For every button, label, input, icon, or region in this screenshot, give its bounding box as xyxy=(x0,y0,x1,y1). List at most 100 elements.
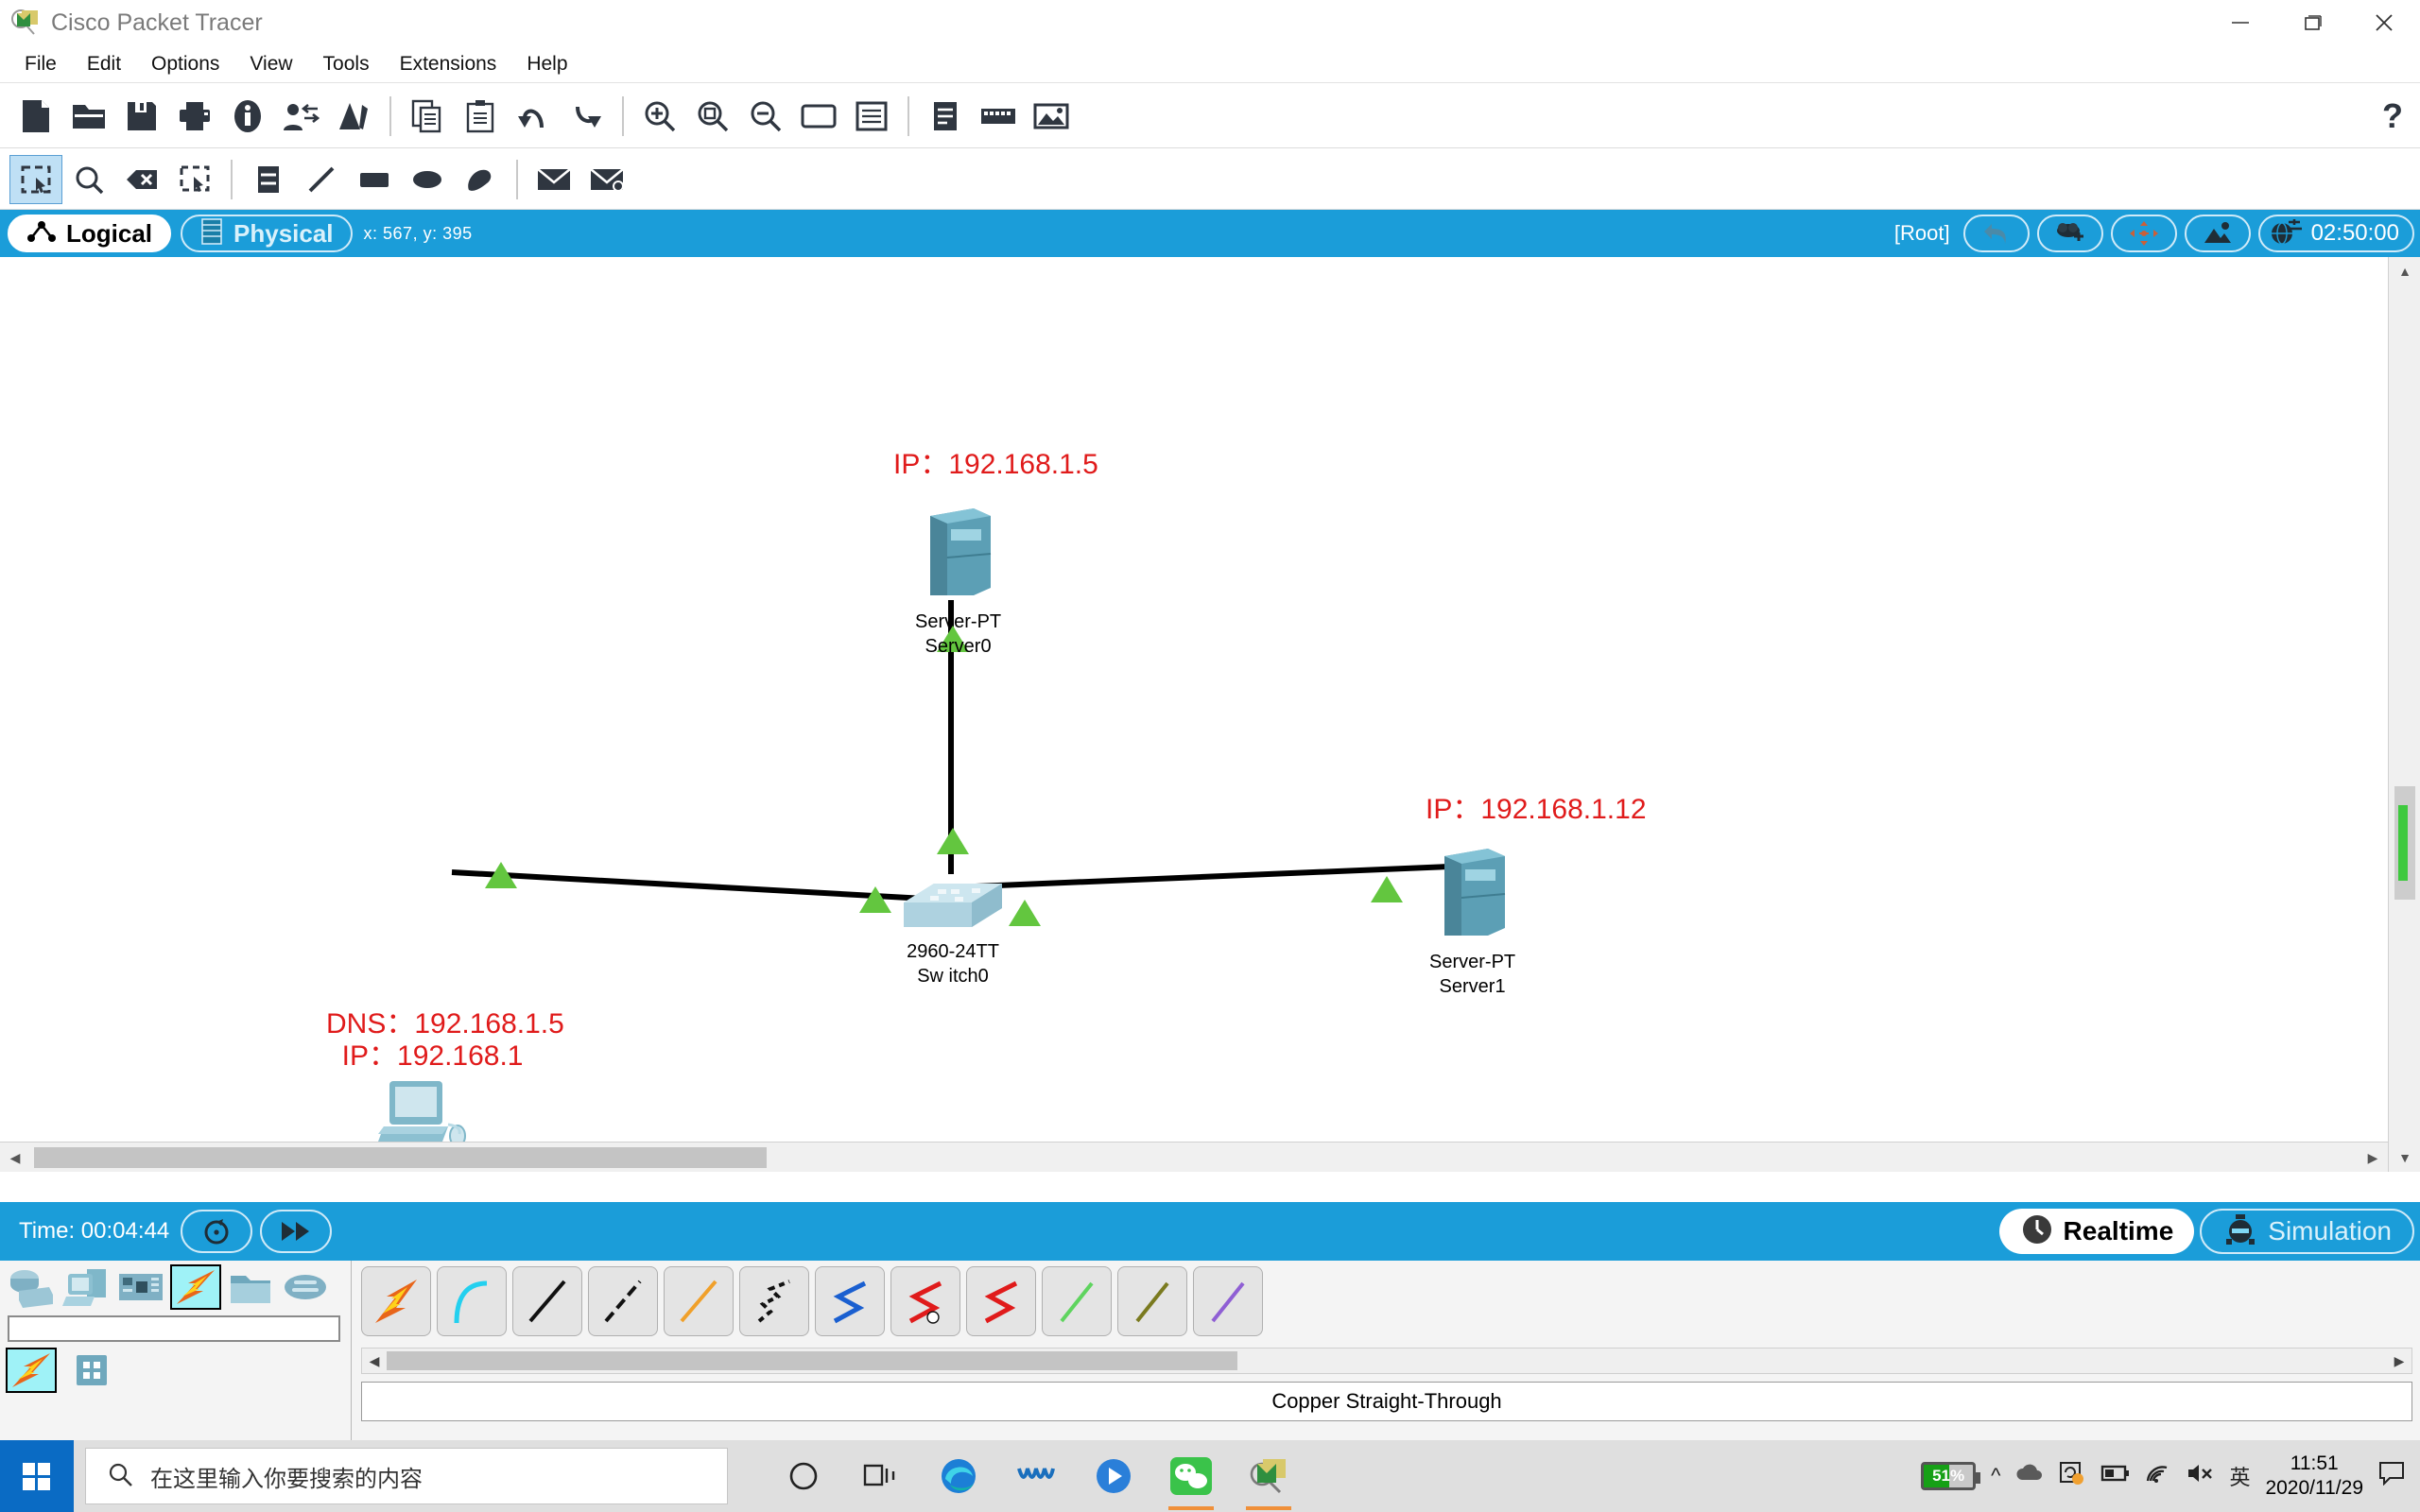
connections-group-icon[interactable] xyxy=(6,1348,57,1393)
sync-icon[interactable] xyxy=(2059,1461,2085,1491)
microsoft-edge-icon[interactable] xyxy=(930,1448,987,1504)
place-note-icon[interactable] xyxy=(242,155,295,204)
node-server0[interactable]: Server-PT Server0 xyxy=(915,501,1001,659)
node-server1[interactable]: Server-PT Server1 xyxy=(1429,841,1515,999)
coaxial-button[interactable] xyxy=(815,1266,885,1336)
serial-dte-button[interactable] xyxy=(966,1266,1036,1336)
phone-button[interactable] xyxy=(739,1266,809,1336)
octal-button[interactable] xyxy=(1042,1266,1112,1336)
scroll-right-arrow-icon[interactable]: ▶ xyxy=(2358,1143,2388,1172)
connection-scroll-left-icon[interactable]: ◀ xyxy=(363,1349,386,1372)
maximize-button[interactable] xyxy=(2276,0,2348,45)
delete-tool-icon[interactable] xyxy=(115,155,168,204)
help-button[interactable]: ? xyxy=(2382,96,2403,136)
zoom-out-icon[interactable] xyxy=(739,90,792,143)
navigation-back-icon[interactable] xyxy=(1963,215,2030,252)
draw-rectangle-icon[interactable] xyxy=(348,155,401,204)
draw-freeform-icon[interactable] xyxy=(454,155,507,204)
scroll-up-arrow-icon[interactable]: ▲ xyxy=(2389,257,2420,285)
link-switch0-server1[interactable] xyxy=(976,862,1491,889)
resize-shape-tool-icon[interactable] xyxy=(168,155,221,204)
taskbar-search-box[interactable]: 在这里输入你要搜索的内容 xyxy=(85,1448,728,1504)
save-icon[interactable] xyxy=(115,90,168,143)
connections-icon[interactable] xyxy=(170,1264,221,1310)
network-clock[interactable]: 02:50:00 xyxy=(2258,215,2414,252)
device-search-input[interactable] xyxy=(8,1315,340,1342)
show-hidden-icons-chevron[interactable]: ^ xyxy=(1991,1464,2000,1488)
zoom-in-icon[interactable] xyxy=(633,90,686,143)
simple-pdu-icon[interactable] xyxy=(527,155,580,204)
background-image-icon[interactable] xyxy=(1025,90,1078,143)
physical-view-tab[interactable]: Physical xyxy=(181,215,353,252)
zoom-reset-icon[interactable] xyxy=(686,90,739,143)
menu-help[interactable]: Help xyxy=(511,49,582,79)
usb-button[interactable] xyxy=(1117,1266,1187,1336)
select-tool-icon[interactable] xyxy=(9,155,62,204)
print-icon[interactable] xyxy=(168,90,221,143)
iot-custom-cable-button[interactable] xyxy=(1193,1266,1263,1336)
open-file-icon[interactable] xyxy=(62,90,115,143)
logical-view-tab[interactable]: Logical xyxy=(8,215,171,252)
console-connection-button[interactable] xyxy=(437,1266,507,1336)
set-tiled-background-icon[interactable] xyxy=(2185,215,2251,252)
multiuser-connection-icon[interactable] xyxy=(280,1264,331,1310)
wifi-icon[interactable] xyxy=(2144,1462,2170,1490)
automatically-choose-connection-type-button[interactable] xyxy=(361,1266,431,1336)
logical-canvas[interactable]: IP：192.168.1.5 Server-PT Server0 DNS：192… xyxy=(0,257,2388,1172)
connection-scroll-right-icon[interactable]: ▶ xyxy=(2388,1349,2411,1372)
inspect-tool-icon[interactable] xyxy=(62,155,115,204)
activity-wizard-icon[interactable] xyxy=(221,90,274,143)
palette-icon[interactable] xyxy=(792,90,845,143)
menu-file[interactable]: File xyxy=(9,49,72,79)
copper-straight-through-button[interactable] xyxy=(512,1266,582,1336)
onedrive-icon[interactable] xyxy=(2015,1463,2044,1489)
new-file-icon[interactable] xyxy=(9,90,62,143)
network-devices-icon[interactable] xyxy=(6,1264,57,1310)
copy-icon[interactable] xyxy=(401,90,454,143)
node-switch0[interactable]: 2960-24TT Sw itch0 xyxy=(896,876,1010,988)
end-devices-icon[interactable] xyxy=(60,1264,112,1310)
taskbar-clock[interactable]: 11:51 2020/11/29 xyxy=(2265,1452,2363,1501)
battery-saver-icon[interactable] xyxy=(2100,1464,2129,1488)
ime-language-indicator[interactable]: 英 xyxy=(2229,1461,2250,1491)
connection-scroll-thumb[interactable] xyxy=(387,1351,1237,1370)
scroll-left-arrow-icon[interactable]: ◀ xyxy=(0,1143,30,1172)
menu-extensions[interactable]: Extensions xyxy=(385,49,512,79)
custom-devices-dialog-icon[interactable] xyxy=(845,90,898,143)
copper-cross-over-button[interactable] xyxy=(588,1266,658,1336)
menu-view[interactable]: View xyxy=(234,49,307,79)
paste-icon[interactable] xyxy=(454,90,507,143)
minimize-button[interactable] xyxy=(2204,0,2276,45)
media-player-icon[interactable] xyxy=(1085,1448,1142,1504)
notes-icon[interactable] xyxy=(919,90,972,143)
serial-dce-button[interactable] xyxy=(890,1266,960,1336)
realtime-mode-button[interactable]: Realtime xyxy=(1999,1209,2195,1254)
simulation-mode-button[interactable]: Simulation xyxy=(2200,1209,2414,1254)
horizontal-scroll-thumb[interactable] xyxy=(34,1147,767,1168)
battery-indicator[interactable]: 51% xyxy=(1921,1462,1976,1490)
cortana-icon[interactable] xyxy=(775,1448,832,1504)
fiber-button[interactable] xyxy=(664,1266,734,1336)
volume-muted-icon[interactable] xyxy=(2186,1462,2214,1490)
redo-icon[interactable] xyxy=(560,90,613,143)
complex-pdu-icon[interactable] xyxy=(580,155,633,204)
pdu-list-icon[interactable] xyxy=(972,90,1025,143)
fast-forward-time-icon[interactable] xyxy=(260,1210,332,1253)
cisco-packet-tracer-icon[interactable] xyxy=(1240,1448,1297,1504)
canvas-vertical-scrollbar[interactable]: ▲ ▼ xyxy=(2388,257,2420,1172)
start-button[interactable] xyxy=(0,1440,74,1512)
network-info-icon[interactable] xyxy=(274,90,327,143)
wechat-icon[interactable] xyxy=(1163,1448,1219,1504)
move-object-icon[interactable] xyxy=(2111,215,2177,252)
connection-panel-scrollbar[interactable]: ◀ ▶ xyxy=(361,1348,2412,1374)
task-view-icon[interactable] xyxy=(853,1448,909,1504)
power-cycle-devices-icon[interactable] xyxy=(181,1210,252,1253)
menu-tools[interactable]: Tools xyxy=(308,49,385,79)
new-cluster-icon[interactable] xyxy=(2037,215,2103,252)
all-devices-grid-icon[interactable] xyxy=(66,1348,117,1393)
draw-line-icon[interactable] xyxy=(295,155,348,204)
action-center-icon[interactable] xyxy=(2378,1461,2405,1491)
app-w-icon[interactable] xyxy=(1008,1448,1064,1504)
scroll-down-arrow-icon[interactable]: ▼ xyxy=(2389,1143,2420,1172)
menu-options[interactable]: Options xyxy=(136,49,234,79)
